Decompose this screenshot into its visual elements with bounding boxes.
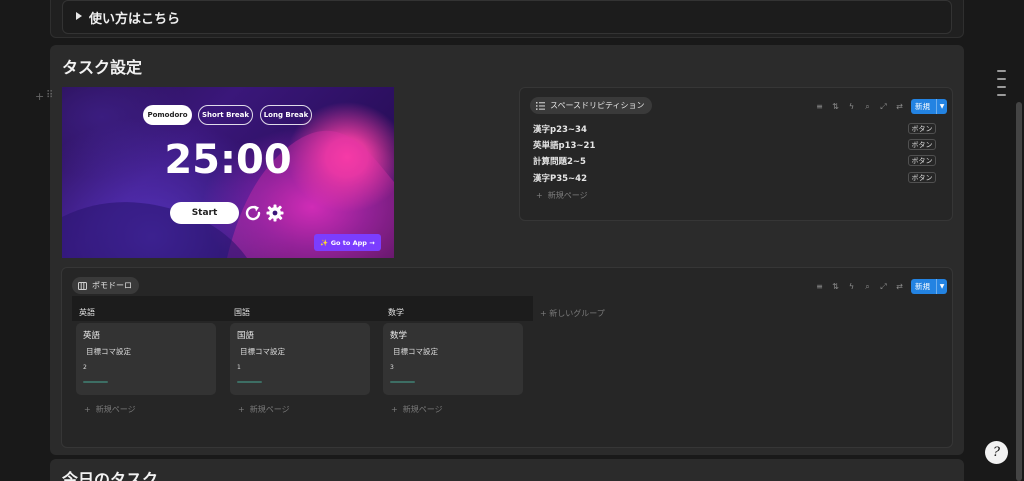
view-name: ポモドーロ bbox=[92, 281, 132, 290]
settings-icon[interactable]: ⇄ bbox=[895, 282, 904, 291]
toggle-label[interactable]: 使い方はこちら bbox=[89, 8, 180, 27]
expand-icon[interactable]: ⤢ bbox=[879, 282, 888, 291]
new-page-label: 新規ページ bbox=[547, 191, 588, 200]
tab-pomodoro[interactable]: Pomodoro bbox=[143, 105, 192, 125]
automation-icon[interactable]: ϟ bbox=[847, 282, 856, 291]
board-group-header[interactable]: 国語 bbox=[227, 296, 381, 321]
table-of-contents-icon[interactable] bbox=[997, 70, 1006, 102]
automation-icon[interactable]: ϟ bbox=[847, 102, 856, 111]
list-item-title[interactable]: 計算問題2~5 bbox=[533, 155, 586, 167]
new-group-button[interactable]: + 新しいグループ bbox=[540, 308, 605, 319]
settings-icon[interactable]: ⇄ bbox=[895, 102, 904, 111]
board-group-header[interactable]: 英語 bbox=[72, 296, 227, 321]
card-title: 数学 bbox=[390, 331, 408, 341]
list-view-icon bbox=[536, 101, 545, 110]
sort-icon[interactable]: ⇅ bbox=[831, 282, 840, 291]
chevron-down-icon[interactable]: ▼ bbox=[937, 103, 947, 110]
list-item-title[interactable]: 漢字P35~42 bbox=[533, 172, 587, 184]
card-value: 3 bbox=[390, 364, 394, 371]
board-card[interactable]: 数学 目標コマ設定 3 bbox=[383, 323, 523, 395]
plus-icon: + bbox=[391, 405, 403, 414]
tab-long-break[interactable]: Long Break bbox=[260, 105, 312, 125]
plus-icon: + bbox=[540, 309, 550, 318]
pomodoro-widget: Pomodoro Short Break Long Break 25:00 St… bbox=[62, 87, 394, 258]
today-tasks-section bbox=[50, 459, 964, 481]
board-view-icon bbox=[78, 281, 87, 290]
plus-icon: + bbox=[536, 191, 548, 200]
chevron-down-icon[interactable]: ▼ bbox=[937, 283, 947, 290]
expand-icon[interactable]: ⤢ bbox=[879, 102, 888, 111]
board-new-page[interactable]: + 新規ページ bbox=[76, 402, 216, 419]
view-name: スペースドリピティション bbox=[550, 101, 645, 110]
search-icon[interactable]: ⌕ bbox=[863, 102, 872, 111]
tab-short-break[interactable]: Short Break bbox=[198, 105, 253, 125]
list-item-title[interactable]: 英単語p13~21 bbox=[533, 139, 595, 151]
board-new-page[interactable]: + 新規ページ bbox=[383, 402, 523, 419]
card-value: 2 bbox=[83, 364, 87, 371]
card-property: 目標コマ設定 bbox=[240, 347, 285, 356]
plus-icon: + bbox=[238, 405, 250, 414]
card-title: 英語 bbox=[83, 331, 101, 341]
board-card[interactable]: 英語 目標コマ設定 2 bbox=[76, 323, 216, 395]
new-button-label: 新規 bbox=[915, 282, 930, 291]
view-tab-list[interactable]: スペースドリピティション bbox=[530, 97, 652, 114]
filter-icon[interactable]: ≡ bbox=[815, 282, 824, 291]
view-tab-board[interactable]: ポモドーロ bbox=[72, 277, 139, 294]
new-page-row[interactable]: + 新規ページ bbox=[536, 190, 588, 201]
board-group-header[interactable]: 数学 bbox=[381, 296, 533, 321]
new-button-label: 新規 bbox=[915, 102, 930, 111]
search-icon[interactable]: ⌕ bbox=[863, 282, 872, 291]
drag-handle-icon[interactable]: ⠿ bbox=[46, 90, 53, 101]
card-property: 目標コマ設定 bbox=[86, 347, 131, 356]
scrollbar-thumb[interactable] bbox=[1016, 102, 1022, 481]
new-page-label: 新規ページ bbox=[402, 405, 443, 414]
help-button[interactable]: ? bbox=[985, 441, 1008, 464]
list-item-title[interactable]: 漢字p23~34 bbox=[533, 123, 587, 135]
database-toolbar: ≡ ⇅ ϟ ⌕ ⤢ ⇄ 新規 ▼ bbox=[815, 279, 947, 294]
list-item-button[interactable]: ボタン bbox=[908, 123, 936, 134]
progress-bar bbox=[390, 381, 415, 383]
new-button[interactable]: 新規 ▼ bbox=[911, 279, 947, 294]
go-to-app-button[interactable]: ✨ Go to App → bbox=[314, 234, 381, 251]
timer-display: 25:00 bbox=[164, 137, 292, 183]
list-item-button[interactable]: ボタン bbox=[908, 155, 936, 166]
toggle-block[interactable] bbox=[62, 0, 952, 34]
progress-bar bbox=[83, 381, 108, 383]
list-item-button[interactable]: ボタン bbox=[908, 172, 936, 183]
card-property: 目標コマ設定 bbox=[393, 347, 438, 356]
card-value: 1 bbox=[237, 364, 241, 371]
database-toolbar: ≡ ⇅ ϟ ⌕ ⤢ ⇄ 新規 ▼ bbox=[815, 99, 947, 114]
new-page-label: 新規ページ bbox=[249, 405, 290, 414]
board-new-page[interactable]: + 新規ページ bbox=[230, 402, 370, 419]
list-item-button[interactable]: ボタン bbox=[908, 139, 936, 150]
settings-gear-icon[interactable] bbox=[265, 203, 285, 223]
plus-icon: + bbox=[84, 405, 96, 414]
section-title: 今日のタスク bbox=[62, 470, 159, 481]
new-group-label: 新しいグループ bbox=[549, 309, 605, 318]
new-button[interactable]: 新規 ▼ bbox=[911, 99, 947, 114]
start-button[interactable]: Start bbox=[170, 202, 239, 224]
toggle-triangle-icon[interactable] bbox=[76, 12, 82, 20]
sort-icon[interactable]: ⇅ bbox=[831, 102, 840, 111]
add-block-icon[interactable]: + bbox=[35, 90, 44, 103]
reset-icon[interactable] bbox=[242, 202, 264, 224]
section-title: タスク設定 bbox=[62, 58, 143, 77]
board-card[interactable]: 国語 目標コマ設定 1 bbox=[230, 323, 370, 395]
new-page-label: 新規ページ bbox=[95, 405, 136, 414]
progress-bar bbox=[237, 381, 262, 383]
filter-icon[interactable]: ≡ bbox=[815, 102, 824, 111]
card-title: 国語 bbox=[237, 331, 255, 341]
